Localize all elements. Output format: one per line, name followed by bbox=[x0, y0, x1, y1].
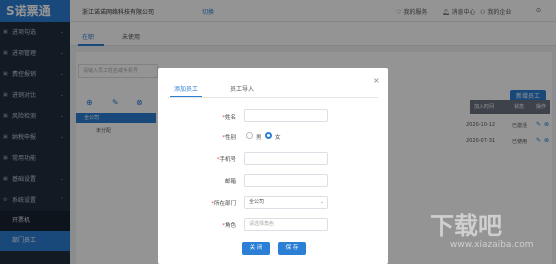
chevron-down-icon: ⌄ bbox=[319, 199, 324, 205]
gender-label: *性别 bbox=[222, 135, 236, 141]
close-icon[interactable]: × bbox=[373, 76, 380, 85]
save-button[interactable]: 保 存 bbox=[278, 242, 306, 255]
phone-field[interactable] bbox=[244, 152, 328, 165]
gender-female-radio[interactable] bbox=[265, 132, 272, 139]
gender-male-label: 男 bbox=[256, 135, 262, 141]
name-label: *姓名 bbox=[222, 115, 236, 121]
role-label: *角色 bbox=[222, 223, 236, 229]
role-select[interactable]: 请选择角色 bbox=[244, 218, 328, 231]
name-field[interactable] bbox=[244, 109, 328, 122]
gender-male-radio[interactable] bbox=[246, 132, 253, 139]
watermark-logo: 下载吧 bbox=[430, 212, 502, 240]
active-tab-indicator bbox=[170, 96, 202, 97]
add-employee-dialog: 添加员工 员工导入 × *姓名 *性别 男 女 *手机号 邮箱 *所在部门 全公… bbox=[158, 68, 388, 264]
department-select[interactable]: 全公司 ⌄ bbox=[244, 196, 328, 209]
email-label: 邮箱 bbox=[224, 179, 236, 185]
close-button[interactable]: 关 闭 bbox=[242, 242, 270, 255]
watermark-url: www.xiazaiba.com bbox=[450, 240, 534, 250]
tab-import-employee[interactable]: 员工导入 bbox=[230, 84, 254, 93]
tab-divider bbox=[168, 97, 378, 98]
department-value: 全公司 bbox=[249, 199, 265, 205]
email-field[interactable] bbox=[244, 174, 328, 187]
phone-label: *手机号 bbox=[216, 157, 236, 163]
gender-female-label: 女 bbox=[275, 135, 281, 141]
tab-add-employee[interactable]: 添加员工 bbox=[174, 84, 198, 93]
department-label: *所在部门 bbox=[211, 201, 236, 207]
